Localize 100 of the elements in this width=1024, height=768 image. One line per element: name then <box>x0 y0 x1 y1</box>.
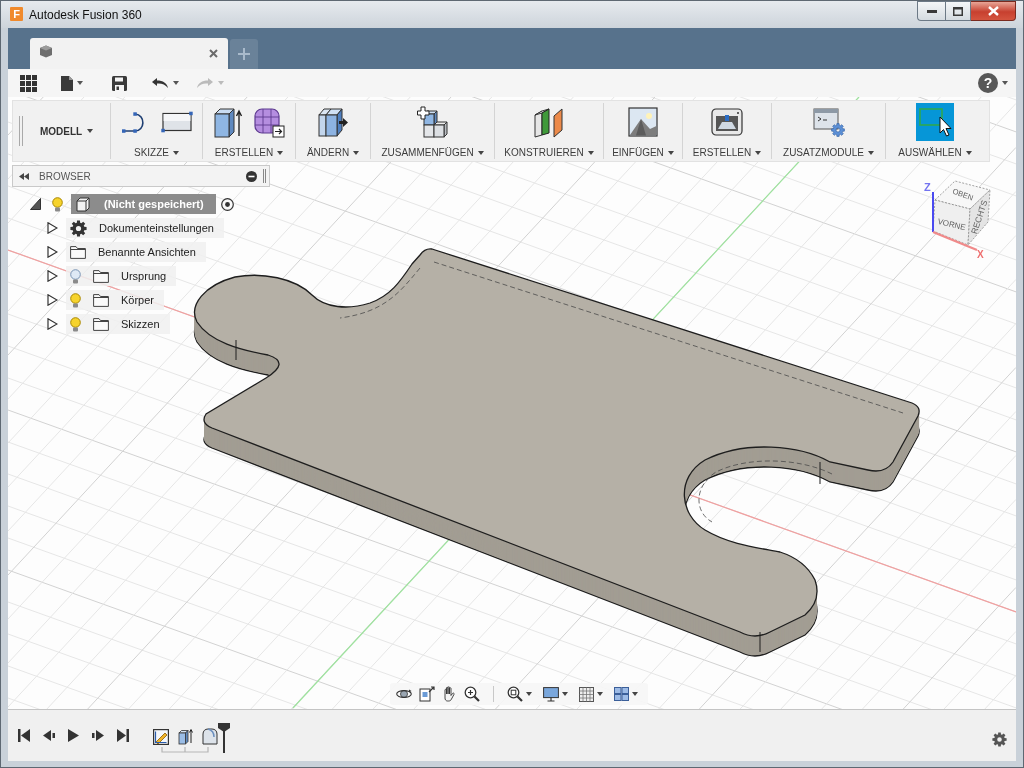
caret-icon[interactable] <box>1002 81 1008 85</box>
close-icon[interactable] <box>209 49 218 58</box>
square-arrow-icon[interactable] <box>419 686 435 702</box>
tree-toggle-icon[interactable] <box>47 246 58 258</box>
help-button[interactable]: ? <box>978 73 998 93</box>
ribbon-menu-button[interactable]: SKIZZE <box>132 147 181 159</box>
ribbon-menu-button[interactable]: AUSWÄHLEN <box>896 147 974 159</box>
minus-circle-icon[interactable] <box>246 170 257 182</box>
lightbulb-icon[interactable] <box>70 292 81 308</box>
caret-icon[interactable] <box>173 81 179 85</box>
app-logo: F <box>10 7 23 21</box>
radio-target-icon[interactable] <box>220 197 234 211</box>
close-button[interactable] <box>971 1 1016 21</box>
ribbon-menu-button[interactable]: ZUSAMMENFÜGEN <box>379 147 486 159</box>
fillet-feature-icon[interactable] <box>202 728 218 745</box>
lightbulb-icon[interactable] <box>70 316 81 332</box>
axis-label: X <box>977 249 984 260</box>
landscape-picture-icon[interactable] <box>628 107 658 137</box>
grip-handle[interactable] <box>19 116 23 146</box>
file-icon[interactable] <box>61 75 73 91</box>
caret-icon <box>867 151 874 155</box>
zoom-icon[interactable] <box>464 686 480 702</box>
axis-label: Z <box>924 181 931 193</box>
caret-icon <box>587 151 594 155</box>
grid-icon[interactable] <box>579 686 594 702</box>
caret-icon <box>667 151 674 155</box>
sketch-feature-icon[interactable] <box>153 728 169 745</box>
workspace-menu-button[interactable]: MODELL <box>36 123 97 139</box>
timeline-marker[interactable] <box>218 722 230 753</box>
apps-grid-icon[interactable] <box>20 74 37 92</box>
caret-icon <box>477 151 484 155</box>
tree-item[interactable]: Skizzen <box>66 314 170 334</box>
save-icon[interactable] <box>112 75 127 91</box>
skip-to-start-icon[interactable] <box>18 729 30 742</box>
lightbulb-icon[interactable] <box>70 268 81 284</box>
tree-toggle-icon[interactable] <box>47 270 58 282</box>
script-window-gear-icon[interactable] <box>812 107 845 137</box>
tree-toggle-icon[interactable] <box>47 318 58 330</box>
ribbon-menu-button[interactable]: KONSTRUIEREN <box>502 147 596 159</box>
step-forward-icon[interactable] <box>92 730 104 741</box>
resize-grip-icon[interactable] <box>263 169 266 183</box>
maximize-button[interactable] <box>945 1 971 21</box>
caret-icon[interactable] <box>562 692 568 696</box>
settings-icon[interactable] <box>992 732 1007 747</box>
caret-icon[interactable] <box>597 692 603 696</box>
caret-icon <box>87 129 94 133</box>
zoom-window-icon[interactable] <box>507 686 523 702</box>
document-tab[interactable] <box>30 38 228 69</box>
folder-icon <box>93 269 109 283</box>
rectangle-sketch-icon[interactable] <box>160 111 193 133</box>
view-cube[interactable] <box>932 180 991 246</box>
ribbon-menu-button[interactable]: EINFÜGEN <box>610 147 676 159</box>
browser-title: BROWSER <box>39 170 91 182</box>
ribbon-menu-button[interactable]: ERSTELLEN <box>212 147 286 159</box>
caret-icon <box>173 151 179 155</box>
maximize-icon <box>953 6 963 16</box>
construction-planes-icon[interactable] <box>532 106 566 138</box>
caret-icon[interactable] <box>632 692 638 696</box>
skip-to-end-icon[interactable] <box>117 729 129 742</box>
folder-icon <box>93 293 109 307</box>
caret-icon <box>277 151 284 155</box>
caret-icon[interactable] <box>77 81 83 85</box>
ribbon-menu-button[interactable]: ÄNDERN <box>304 147 362 159</box>
minimize-icon <box>926 9 937 13</box>
ribbon-menu-button[interactable]: ZUSATZMODULE <box>781 147 876 159</box>
tree-item[interactable]: Körper <box>66 290 165 310</box>
collapse-panel-icon[interactable] <box>19 172 29 180</box>
component-cube-icon <box>76 196 90 212</box>
tree-toggle-icon[interactable] <box>47 222 58 234</box>
close-icon <box>987 6 999 16</box>
cube-icon <box>39 45 53 58</box>
tree-toggle-icon[interactable] <box>30 198 41 210</box>
undo-icon[interactable] <box>151 77 169 89</box>
monitor-icon[interactable] <box>543 686 559 702</box>
ribbon-menu-button[interactable]: ERSTELLEN <box>690 147 764 159</box>
gear-icon <box>70 219 87 237</box>
mesh-cube-icon[interactable] <box>253 106 285 138</box>
caret-icon <box>353 151 360 155</box>
folder-icon <box>70 245 86 259</box>
minimize-button[interactable] <box>917 1 945 21</box>
tree-item[interactable]: Dokumenteinstellungen <box>66 218 224 238</box>
folder-icon <box>93 317 109 331</box>
tree-toggle-icon[interactable] <box>47 294 58 306</box>
step-back-icon[interactable] <box>43 730 55 741</box>
window-title: Autodesk Fusion 360 <box>29 8 142 22</box>
select-window-icon[interactable] <box>916 103 954 141</box>
play-icon[interactable] <box>68 729 79 742</box>
joined-cubes-icon[interactable] <box>416 106 449 138</box>
lightbulb-icon[interactable] <box>52 196 63 212</box>
box-push-arrow-icon[interactable] <box>317 106 349 138</box>
extrude-box-icon[interactable] <box>213 106 243 138</box>
printer-icon[interactable] <box>711 108 743 136</box>
tree-item[interactable]: Benannte Ansichten <box>66 242 206 262</box>
plus-icon <box>238 48 250 60</box>
z-axis-line <box>932 191 934 233</box>
extrude-feature-icon[interactable] <box>178 728 193 745</box>
pan-hand-icon[interactable] <box>442 686 457 702</box>
tree-item[interactable]: Ursprung <box>66 266 177 286</box>
caret-icon[interactable] <box>526 692 532 696</box>
caret-icon <box>965 151 972 155</box>
